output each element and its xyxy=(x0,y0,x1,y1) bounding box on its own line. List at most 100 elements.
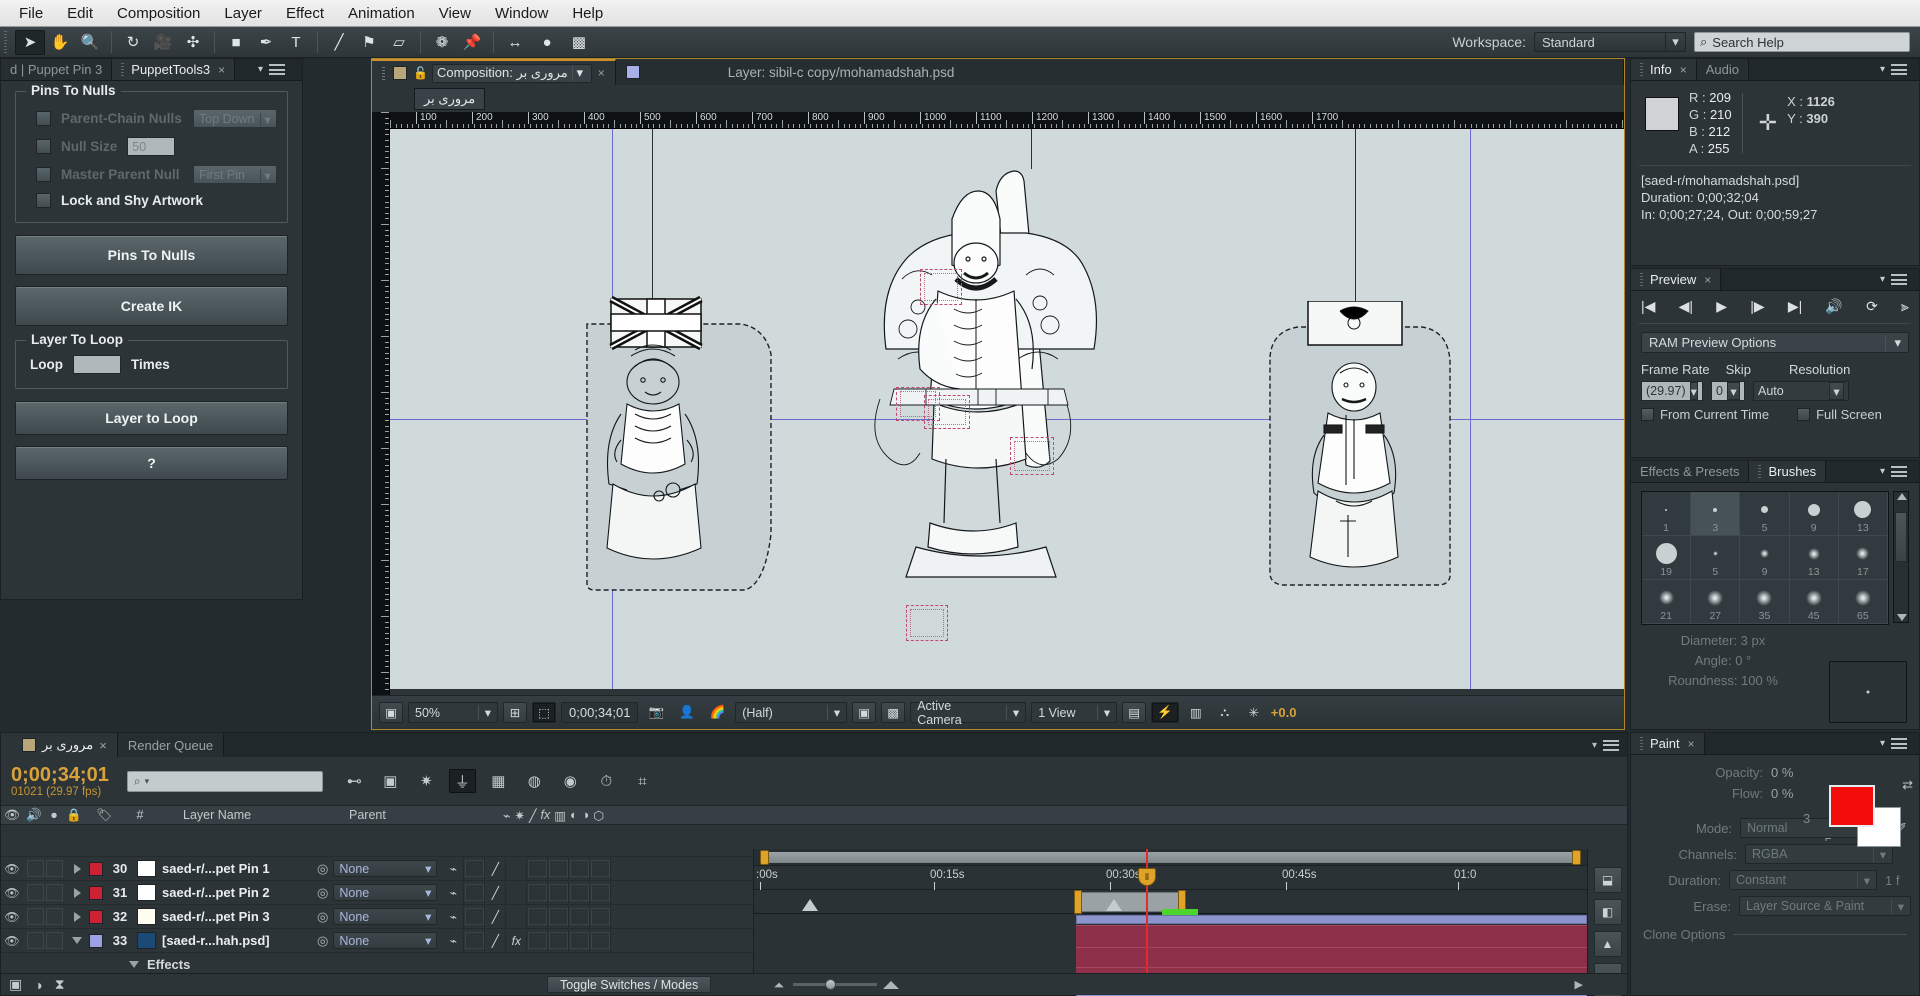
quality-switch[interactable]: ╱ xyxy=(485,904,507,929)
ram-preview-options-select[interactable]: RAM Preview Options ▾ xyxy=(1641,332,1909,353)
null-size-checkbox[interactable] xyxy=(36,139,51,154)
timeline-icon[interactable]: ▥ xyxy=(1184,702,1208,723)
layer-label-color[interactable] xyxy=(89,861,103,876)
draft-3d-icon[interactable]: ▣ xyxy=(377,769,404,793)
layer-label-color[interactable] xyxy=(89,909,103,924)
tab-paint[interactable]: Paint × xyxy=(1631,733,1705,754)
chevron-down-icon[interactable]: ▾ xyxy=(425,933,431,948)
layer-expand-arrow[interactable] xyxy=(65,937,89,944)
chevron-down-icon[interactable]: ▾ xyxy=(260,169,274,183)
puppet-figure-left[interactable] xyxy=(575,294,785,594)
chevron-down-icon[interactable]: ▾ xyxy=(571,65,587,81)
row-parent-chain-nulls[interactable]: Parent-Chain Nulls Top Down ▾ xyxy=(36,109,277,128)
brush-cell-13[interactable]: 13 xyxy=(1838,492,1888,536)
tab-info[interactable]: Info × xyxy=(1631,59,1697,80)
motion-blur-switch[interactable] xyxy=(548,928,570,953)
grid-icon[interactable]: ▩ xyxy=(564,30,594,55)
layer-name[interactable]: saed-r/...pet Pin 1 xyxy=(162,861,312,876)
chevron-down-icon[interactable]: ▾ xyxy=(425,861,431,876)
guide-vertical-right[interactable] xyxy=(1470,129,1471,689)
quality-switch[interactable]: ╱ xyxy=(485,880,507,905)
zoom-tool-icon[interactable]: 🔍 xyxy=(75,30,105,55)
brush-cell-13[interactable]: 13 xyxy=(1789,536,1839,580)
motion-blur-preview-icon[interactable]: ✷ xyxy=(413,769,440,793)
collapse-switch[interactable] xyxy=(464,880,486,905)
layer-name[interactable]: [saed-r...hah.psd] xyxy=(162,933,312,948)
chevron-down-icon[interactable]: ▾ xyxy=(1689,382,1698,400)
chevron-down-icon[interactable]: ▾ xyxy=(1096,705,1110,720)
loop-times-input[interactable] xyxy=(73,355,121,374)
puppet-figure-right[interactable] xyxy=(1262,301,1462,591)
fx-switch[interactable] xyxy=(506,880,528,905)
opacity-value[interactable]: 0 % xyxy=(1771,765,1823,780)
fx-switch[interactable] xyxy=(506,856,528,881)
pen-tool-icon[interactable]: ✒ xyxy=(251,30,281,55)
solo-toggle[interactable] xyxy=(46,884,63,901)
time-ruler[interactable]: :00s 00:15s 00:30s 00:45s 01:0 xyxy=(754,866,1587,890)
reset-colors-icon[interactable]: ⌐ xyxy=(1825,833,1831,845)
puppet-pin-box-1[interactable] xyxy=(920,269,962,305)
artboard[interactable] xyxy=(390,129,1624,689)
work-area-start-handle[interactable] xyxy=(1074,890,1082,914)
timeline-zoom-slider[interactable] xyxy=(771,979,899,990)
collapse-switch[interactable] xyxy=(464,856,486,881)
puppet-pin-box-4[interactable] xyxy=(1010,437,1054,475)
full-screen-row[interactable]: Full Screen xyxy=(1779,401,1892,422)
brush-diameter[interactable]: Diameter: 3 px xyxy=(1641,631,1805,651)
3d-switch[interactable] xyxy=(590,904,612,929)
solo-toggle[interactable] xyxy=(46,932,63,949)
null-size-input[interactable]: 50 xyxy=(127,137,176,156)
timeline-scroll-right-icon[interactable]: ▶ xyxy=(1575,978,1583,991)
menu-item-edit[interactable]: Edit xyxy=(56,2,104,25)
table-row[interactable]: 👁 33 [saed-r...hah.psd] ◎ None ▾ ⌁ ╱ fx xyxy=(1,928,753,953)
audio-toggle[interactable] xyxy=(27,860,44,877)
panel-menu-arrow-icon[interactable]: ▾ xyxy=(1880,738,1885,749)
menu-item-file[interactable]: File xyxy=(8,2,54,25)
brush-cell-45[interactable]: 45 xyxy=(1789,580,1839,624)
snapshot-icon[interactable]: 📷 xyxy=(643,702,669,723)
brush-tool-icon[interactable]: ╱ xyxy=(324,30,354,55)
audio-toggle[interactable] xyxy=(27,908,44,925)
frame-blend-switch[interactable] xyxy=(527,928,549,953)
lock-and-shy-artwork-checkbox[interactable] xyxy=(36,193,51,208)
panel-menu-icon[interactable] xyxy=(269,64,285,75)
toggle-transparency-grid-icon[interactable]: ▣ xyxy=(379,702,403,723)
toolbar-grip[interactable] xyxy=(2,31,11,53)
top-down-dropdown[interactable]: Top Down ▾ xyxy=(193,109,277,128)
close-icon[interactable]: × xyxy=(1688,737,1695,751)
chevron-down-icon[interactable]: ▾ xyxy=(1890,898,1904,914)
selection-tool-icon[interactable]: ➤ xyxy=(15,29,45,55)
timeline-graph-area[interactable]: :00s 00:15s 00:30s 00:45s 01:0 ⦀ xyxy=(753,849,1587,996)
chevron-down-icon[interactable]: ▾ xyxy=(826,705,840,720)
close-icon[interactable]: × xyxy=(598,66,605,80)
playhead-handle[interactable]: ⦀ xyxy=(1138,868,1156,886)
audio-toggle[interactable] xyxy=(27,932,44,949)
tab-layer[interactable]: Layer: sibil-c copy/mohamadshah.psd xyxy=(615,59,1624,85)
loop-icon[interactable]: ⟳ xyxy=(1866,298,1878,315)
magnification-select[interactable]: 50% ▾ xyxy=(408,702,498,723)
brush-cell-17[interactable]: 17 xyxy=(1838,536,1888,580)
clone-options-header[interactable]: Clone Options xyxy=(1631,919,1919,942)
adjustment-switch[interactable] xyxy=(569,880,591,905)
search-dropdown-icon[interactable]: ▾ xyxy=(145,776,150,787)
row-lock-and-shy-artwork[interactable]: Lock and Shy Artwork xyxy=(36,193,277,208)
fx-switch[interactable]: fx xyxy=(506,928,528,953)
parent-chain-nulls-checkbox[interactable] xyxy=(36,111,51,126)
brush-scrollbar[interactable] xyxy=(1893,491,1909,623)
tab-composition[interactable]: 🔓 Composition: مروری بر ▾ × xyxy=(372,59,616,85)
zoom-in-icon[interactable] xyxy=(883,980,899,989)
shy-switch[interactable]: ⌁ xyxy=(443,856,465,881)
align-horizontal-icon[interactable]: ↔ xyxy=(500,30,530,55)
show-snapshot-icon[interactable]: 👤 xyxy=(674,702,700,723)
current-time-display[interactable]: 0;00;34;01 xyxy=(561,702,639,723)
center-dot-icon[interactable]: ● xyxy=(532,30,562,55)
zoom-track[interactable] xyxy=(793,979,877,990)
chevron-down-icon[interactable]: ▾ xyxy=(477,705,491,720)
flow-value[interactable]: 0 % xyxy=(1771,786,1823,801)
puppet-pin-box-3[interactable] xyxy=(924,395,970,429)
video-toggle[interactable]: 👁 xyxy=(1,862,23,876)
views-select[interactable]: 1 View ▾ xyxy=(1031,702,1118,723)
zoom-knob[interactable] xyxy=(825,979,836,990)
from-current-time-row[interactable]: From Current Time xyxy=(1631,401,1779,422)
shy-switch[interactable]: ⌁ xyxy=(443,880,465,905)
